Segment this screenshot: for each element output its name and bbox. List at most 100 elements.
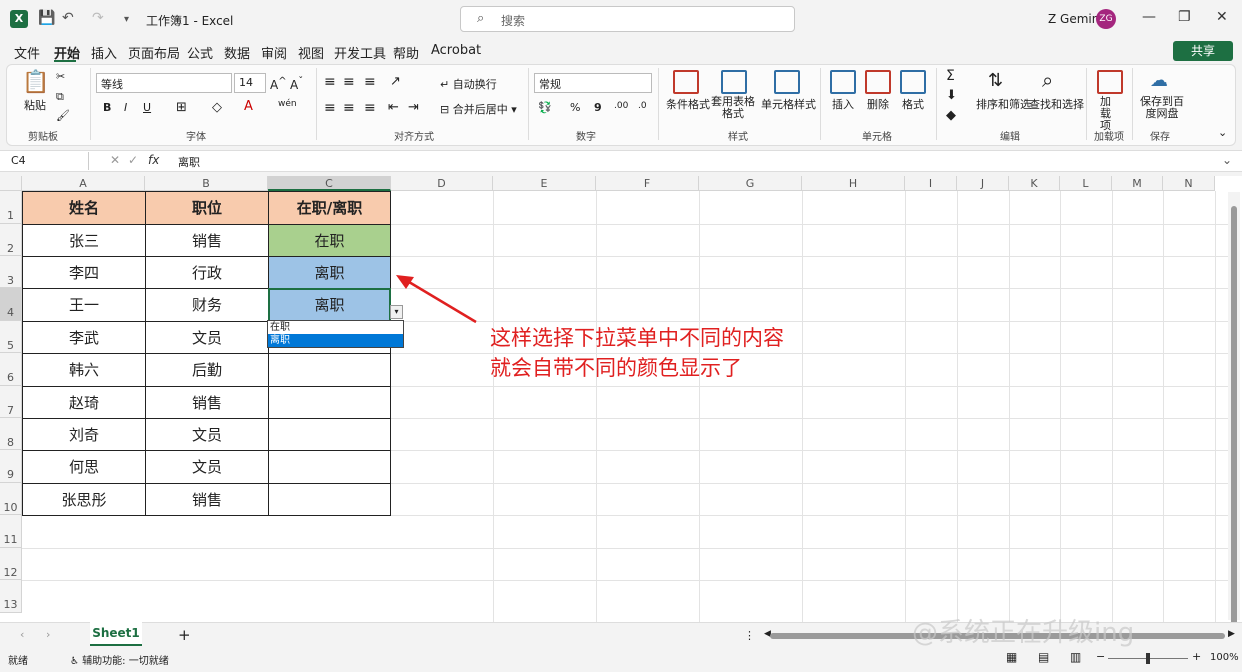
increase-font-icon[interactable]: A^: [270, 76, 287, 92]
status-cell[interactable]: [268, 483, 391, 516]
collapse-ribbon-icon[interactable]: ⌄: [1218, 126, 1227, 139]
column-header-n[interactable]: N: [1163, 176, 1215, 191]
addins-icon[interactable]: [1097, 70, 1123, 94]
copy-icon[interactable]: ⧉: [56, 90, 64, 104]
add-sheet-icon[interactable]: +: [178, 626, 191, 644]
header-cell-position[interactable]: 职位: [145, 191, 269, 225]
column-header-c[interactable]: C: [268, 176, 391, 191]
fill-icon[interactable]: ⬇: [946, 88, 957, 103]
number-format-select[interactable]: 常规: [534, 73, 652, 93]
zoom-slider-thumb[interactable]: [1146, 653, 1150, 664]
tab-page-layout[interactable]: 页面布局: [128, 43, 180, 62]
format-cells-icon[interactable]: [900, 70, 926, 94]
table-cell[interactable]: 文员: [145, 418, 269, 451]
row-header-11[interactable]: 11: [0, 515, 22, 548]
cut-icon[interactable]: ✂: [56, 70, 65, 83]
column-header-l[interactable]: L: [1060, 176, 1112, 191]
zoom-level[interactable]: 100%: [1210, 652, 1239, 663]
find-select-button[interactable]: 查找和选择: [1029, 96, 1084, 112]
orientation-icon[interactable]: ↗: [390, 74, 401, 89]
table-format-button[interactable]: 套用表格格式: [708, 96, 758, 120]
column-header-k[interactable]: K: [1009, 176, 1060, 191]
status-cell[interactable]: 在职: [268, 224, 391, 257]
accounting-icon[interactable]: 💱: [538, 101, 552, 114]
row-header-7[interactable]: 7: [0, 386, 22, 418]
column-header-m[interactable]: M: [1112, 176, 1163, 191]
table-cell[interactable]: 王一: [22, 288, 146, 322]
addins-button[interactable]: 加载项: [1100, 96, 1120, 132]
tab-help[interactable]: 帮助: [393, 43, 419, 62]
table-cell[interactable]: 财务: [145, 288, 269, 322]
dropdown-option-resigned[interactable]: 离职: [268, 334, 403, 347]
status-cell[interactable]: 离职: [268, 256, 391, 289]
sort-filter-button[interactable]: 排序和筛选: [976, 96, 1031, 112]
accessibility-status[interactable]: ♿ 辅助功能: 一切就绪: [70, 652, 169, 667]
status-cell[interactable]: [268, 450, 391, 484]
avatar[interactable]: ZG: [1096, 9, 1116, 29]
column-header-f[interactable]: F: [596, 176, 699, 191]
baidu-cloud-icon[interactable]: ☁: [1150, 70, 1168, 91]
restore-icon[interactable]: ❐: [1178, 9, 1191, 25]
dropdown-option-employed[interactable]: 在职: [268, 321, 403, 334]
table-cell[interactable]: 李四: [22, 256, 146, 289]
fill-color-icon[interactable]: ◇: [212, 100, 222, 115]
find-icon[interactable]: ⌕: [1042, 68, 1053, 92]
normal-view-icon[interactable]: ▦: [1006, 650, 1017, 664]
align-left-icon[interactable]: ≡: [324, 100, 336, 116]
sheet-tab-1[interactable]: Sheet1: [90, 622, 142, 646]
insert-cells-icon[interactable]: [830, 70, 856, 94]
align-middle-icon[interactable]: ≡: [343, 74, 355, 90]
row-header-8[interactable]: 8: [0, 418, 22, 450]
percent-icon[interactable]: %: [570, 101, 580, 114]
table-cell[interactable]: 文员: [145, 321, 269, 354]
underline-button[interactable]: U: [143, 101, 151, 114]
table-cell[interactable]: 刘奇: [22, 418, 146, 451]
minimize-icon[interactable]: —: [1142, 9, 1156, 25]
scroll-right-icon[interactable]: ▶: [1228, 629, 1235, 639]
undo-icon[interactable]: ↶: [62, 10, 74, 26]
tab-insert[interactable]: 插入: [91, 43, 117, 62]
insert-cells-button[interactable]: 插入: [832, 96, 854, 112]
tab-view[interactable]: 视图: [298, 43, 324, 62]
status-cell[interactable]: [268, 386, 391, 419]
paste-icon[interactable]: 📋: [22, 70, 49, 95]
row-header-12[interactable]: 12: [0, 548, 22, 580]
table-cell[interactable]: 后勤: [145, 353, 269, 387]
table-cell[interactable]: 张思彤: [22, 483, 146, 516]
share-button[interactable]: 共享: [1173, 41, 1233, 61]
customize-toolbar-icon[interactable]: ▾: [124, 14, 129, 25]
row-header-6[interactable]: 6: [0, 353, 22, 386]
fx-icon[interactable]: fx: [148, 153, 159, 167]
table-cell[interactable]: 销售: [145, 483, 269, 516]
redo-icon[interactable]: ↷: [92, 10, 104, 26]
vertical-scrollbar[interactable]: [1228, 192, 1240, 622]
prev-sheet-icon[interactable]: ‹: [20, 628, 24, 641]
column-header-b[interactable]: B: [145, 176, 268, 191]
table-cell[interactable]: 李武: [22, 321, 146, 354]
autosum-icon[interactable]: Σ: [946, 68, 955, 84]
zoom-in-icon[interactable]: +: [1192, 650, 1201, 663]
tab-data[interactable]: 数据: [224, 43, 250, 62]
table-cell[interactable]: 文员: [145, 450, 269, 484]
format-cells-button[interactable]: 格式: [902, 96, 924, 112]
decrease-indent-icon[interactable]: ⇤: [388, 100, 399, 115]
wrap-text-button[interactable]: ↵ 自动换行: [440, 76, 497, 92]
sort-filter-icon[interactable]: ⇅: [988, 70, 1003, 91]
column-header-d[interactable]: D: [391, 176, 493, 191]
font-name-select[interactable]: 等线: [96, 73, 232, 93]
delete-cells-icon[interactable]: [865, 70, 891, 94]
clear-icon[interactable]: ◆: [946, 108, 956, 123]
paste-button[interactable]: 粘贴: [24, 97, 46, 113]
close-icon[interactable]: ✕: [1216, 9, 1228, 25]
enter-icon[interactable]: ✓: [128, 153, 138, 167]
row-header-3[interactable]: 3: [0, 256, 22, 288]
row-header-9[interactable]: 9: [0, 450, 22, 483]
increase-indent-icon[interactable]: ⇥: [408, 100, 419, 115]
increase-decimal-icon[interactable]: .00: [614, 101, 628, 111]
next-sheet-icon[interactable]: ›: [46, 628, 50, 641]
border-icon[interactable]: ⊞: [176, 100, 187, 115]
worksheet-grid[interactable]: A B C D E F G H I J K L M N 1 2 3 4 5 6 …: [0, 176, 1242, 622]
font-color-icon[interactable]: A: [244, 99, 253, 114]
tab-acrobat[interactable]: Acrobat: [431, 43, 481, 58]
active-status-cell[interactable]: 离职: [268, 288, 391, 322]
